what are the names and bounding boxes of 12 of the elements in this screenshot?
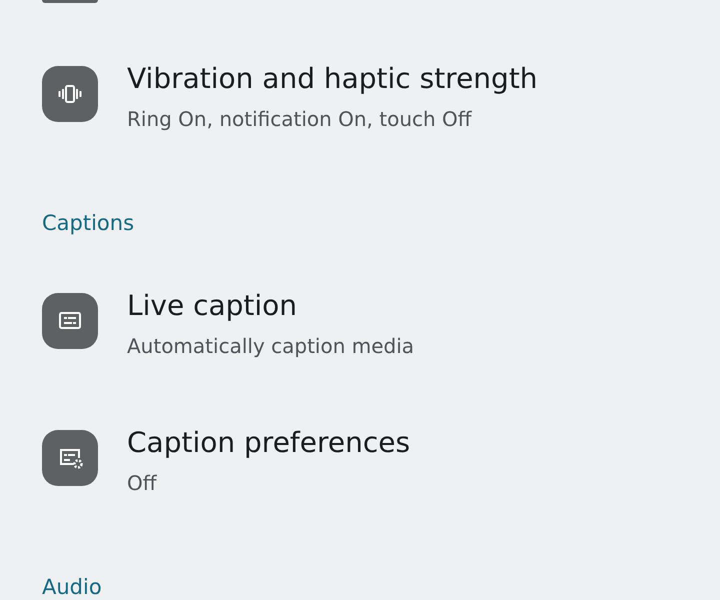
- section-header: Audio: [42, 574, 102, 600]
- caption-icon: [42, 293, 98, 349]
- icon-tile: [42, 0, 98, 3]
- caption-settings-icon: [42, 430, 98, 486]
- phone-vibration-icon: [42, 66, 98, 122]
- setting-title[interactable]: Vibration and haptic strength: [127, 61, 538, 97]
- section-header: Captions: [42, 210, 134, 237]
- setting-summary: Off: [127, 470, 158, 497]
- setting-title[interactable]: Live caption: [127, 288, 414, 324]
- setting-summary: Ring On, notification On, touch Off: [127, 106, 473, 133]
- setting-title[interactable]: Caption preferences: [127, 425, 410, 461]
- setting-summary: Automatically caption media: [127, 333, 414, 360]
